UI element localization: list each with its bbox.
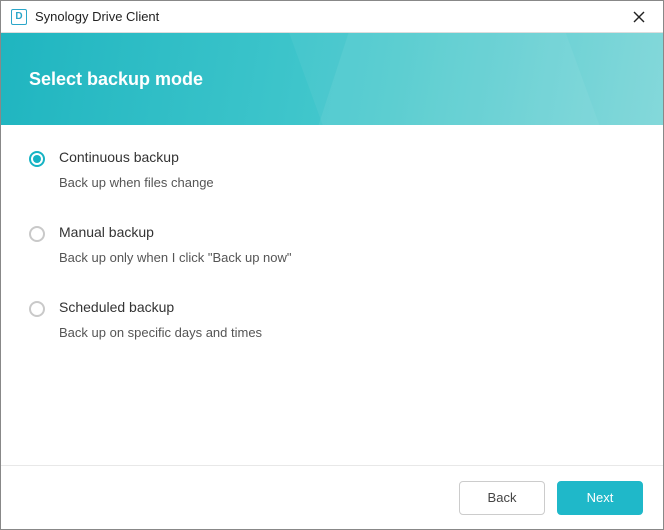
app-icon: D: [11, 9, 27, 25]
back-button[interactable]: Back: [459, 481, 545, 515]
option-title: Manual backup: [59, 224, 292, 240]
page-title: Select backup mode: [29, 69, 203, 90]
close-icon: [633, 11, 645, 23]
page-header: Select backup mode: [1, 33, 663, 125]
titlebar: D Synology Drive Client: [1, 1, 663, 33]
option-text: Scheduled backup Back up on specific day…: [59, 299, 262, 340]
radio-scheduled[interactable]: [29, 301, 45, 317]
option-title: Continuous backup: [59, 149, 214, 165]
footer: Back Next: [1, 465, 663, 529]
option-title: Scheduled backup: [59, 299, 262, 315]
radio-continuous[interactable]: [29, 151, 45, 167]
next-button[interactable]: Next: [557, 481, 643, 515]
option-manual-backup[interactable]: Manual backup Back up only when I click …: [29, 224, 635, 265]
option-text: Manual backup Back up only when I click …: [59, 224, 292, 265]
close-button[interactable]: [625, 3, 653, 31]
option-scheduled-backup[interactable]: Scheduled backup Back up on specific day…: [29, 299, 635, 340]
content-area: Continuous backup Back up when files cha…: [1, 125, 663, 465]
app-title: Synology Drive Client: [35, 9, 625, 24]
option-description: Back up on specific days and times: [59, 325, 262, 340]
app-window: D Synology Drive Client Select backup mo…: [0, 0, 664, 530]
option-description: Back up when files change: [59, 175, 214, 190]
option-continuous-backup[interactable]: Continuous backup Back up when files cha…: [29, 149, 635, 190]
option-description: Back up only when I click "Back up now": [59, 250, 292, 265]
option-text: Continuous backup Back up when files cha…: [59, 149, 214, 190]
radio-manual[interactable]: [29, 226, 45, 242]
